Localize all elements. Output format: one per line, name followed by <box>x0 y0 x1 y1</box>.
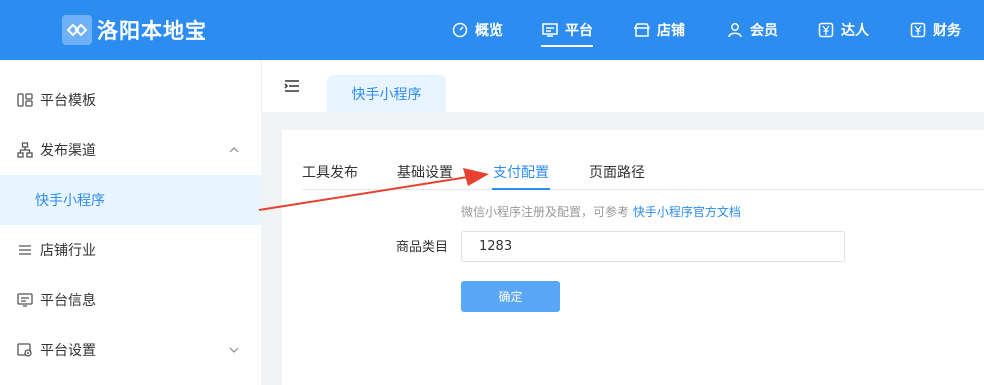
message-icon <box>17 292 33 308</box>
nav-label: 财务 <box>933 23 961 39</box>
nav-finance[interactable]: 财务 <box>909 0 961 60</box>
store-icon <box>633 21 651 39</box>
nav-store[interactable]: 店铺 <box>633 0 685 60</box>
sidebar-item-label: 平台设置 <box>40 343 96 359</box>
help-hint: 微信小程序注册及配置，可参考 快手小程序官方文档 <box>461 203 741 220</box>
sidebar-item-label: 平台信息 <box>40 293 96 309</box>
sidebar-item-label: 平台模板 <box>40 93 96 109</box>
tab-kuaishou-miniprogram[interactable]: 快手小程序 <box>327 75 446 112</box>
sitemap-icon <box>17 142 33 158</box>
chevron-down-icon <box>229 347 239 353</box>
nav-label: 会员 <box>750 23 778 39</box>
list-icon <box>17 242 33 258</box>
app-title: 洛阳本地宝 <box>97 19 207 43</box>
sidebar-item-platform-template[interactable]: 平台模板 <box>0 75 261 125</box>
subtab-bar: 工具发布 基础设置 支付配置 页面路径 <box>302 150 984 190</box>
sidebar-item-label: 快手小程序 <box>35 193 105 209</box>
category-label: 商品类目 <box>396 240 449 255</box>
finance-icon <box>909 21 927 39</box>
sidebar-item-store-industry[interactable]: 店铺行业 <box>0 225 261 275</box>
docs-link[interactable]: 快手小程序官方文档 <box>633 205 741 219</box>
sidebar-item-label: 发布渠道 <box>40 143 96 159</box>
sidebar-item-platform-settings[interactable]: 平台设置 <box>0 325 261 375</box>
tab-basic-settings[interactable]: 基础设置 <box>397 162 453 182</box>
tab-tool-publish[interactable]: 工具发布 <box>302 162 358 182</box>
logo-icon <box>62 15 92 45</box>
tab-payment-config[interactable]: 支付配置 <box>492 162 550 190</box>
nav-overview[interactable]: 概览 <box>451 0 503 60</box>
nav-talent[interactable]: 达人 <box>817 0 869 60</box>
dashboard-icon <box>451 21 469 39</box>
monitor-icon <box>541 21 559 39</box>
user-icon <box>726 21 744 39</box>
nav-label: 概览 <box>475 23 503 39</box>
sidebar-item-label: 店铺行业 <box>40 243 96 259</box>
yen-card-icon <box>817 21 835 39</box>
top-navigation-bar: 洛阳本地宝 概览 平台 店铺 会员 达人 财务 <box>0 0 984 60</box>
sidebar-item-publish-channel[interactable]: 发布渠道 <box>0 125 261 175</box>
category-input[interactable] <box>461 231 845 262</box>
nav-member[interactable]: 会员 <box>726 0 778 60</box>
sidebar-item-platform-info[interactable]: 平台信息 <box>0 275 261 325</box>
chevron-up-icon <box>229 147 239 153</box>
menu-collapse-icon[interactable] <box>284 79 300 93</box>
tab-page-path[interactable]: 页面路径 <box>589 162 645 182</box>
settings-icon <box>17 342 33 358</box>
nav-label: 平台 <box>565 23 593 39</box>
template-icon <box>17 92 33 108</box>
confirm-button[interactable]: 确定 <box>461 281 560 312</box>
nav-label: 达人 <box>841 23 869 39</box>
app-logo[interactable]: 洛阳本地宝 <box>62 15 207 45</box>
sidebar-item-kuaishou-miniprogram[interactable]: 快手小程序 <box>0 175 261 225</box>
hint-text: 微信小程序注册及配置，可参考 <box>461 205 633 219</box>
nav-platform[interactable]: 平台 <box>541 0 593 60</box>
nav-label: 店铺 <box>657 23 685 39</box>
